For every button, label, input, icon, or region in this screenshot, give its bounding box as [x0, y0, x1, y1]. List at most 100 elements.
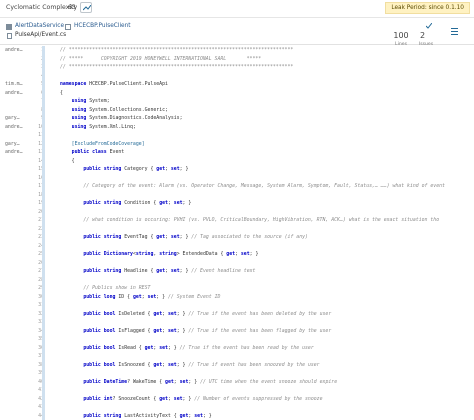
line-number[interactable]: 14	[20, 157, 44, 166]
scm-gutter[interactable]	[42, 71, 45, 80]
line-number[interactable]: 25	[20, 250, 44, 259]
line-number[interactable]: 26	[20, 259, 44, 268]
scm-gutter[interactable]	[42, 97, 45, 106]
code-text: public bool IsDeleted { get; set; } // T…	[83, 310, 332, 317]
line-number[interactable]: 11	[20, 131, 44, 140]
line-number[interactable]: 39	[20, 369, 44, 378]
scm-gutter[interactable]	[42, 309, 45, 318]
line-number[interactable]: 30	[20, 293, 44, 302]
issues-metric[interactable]: 2 Issues	[416, 22, 436, 47]
line-number[interactable]: 31	[20, 301, 44, 310]
line-number[interactable]: 2	[20, 55, 44, 64]
scm-gutter[interactable]	[42, 275, 45, 284]
breadcrumb-subproject[interactable]: HCECBP.PulseClient	[74, 23, 131, 29]
line-number[interactable]: 15	[20, 165, 44, 174]
line-number[interactable]: 27	[20, 267, 44, 276]
code-text: public string Headline { get; set; } // …	[83, 268, 256, 274]
scm-gutter[interactable]	[42, 318, 45, 327]
line-number[interactable]: 29	[20, 284, 44, 293]
scm-gutter[interactable]	[42, 122, 45, 131]
issues-value[interactable]: 2	[420, 31, 425, 40]
scm-gutter[interactable]	[42, 292, 45, 301]
line-number[interactable]: 23	[20, 233, 44, 242]
scm-gutter[interactable]	[42, 88, 45, 97]
scm-gutter[interactable]	[42, 207, 45, 216]
scm-gutter[interactable]	[42, 114, 45, 123]
line-number[interactable]: 43	[20, 403, 44, 412]
line-number[interactable]: 18	[20, 191, 44, 200]
scm-gutter[interactable]	[42, 156, 45, 165]
line-number[interactable]: 44	[20, 412, 44, 420]
line-number[interactable]: 13	[20, 148, 44, 157]
line-number[interactable]: 38	[20, 361, 44, 370]
scm-gutter[interactable]	[42, 233, 45, 242]
scm-gutter[interactable]	[42, 284, 45, 293]
scm-gutter[interactable]	[42, 241, 45, 250]
scm-gutter[interactable]	[42, 46, 45, 55]
scm-gutter[interactable]	[42, 258, 45, 267]
line-number[interactable]: 17	[20, 182, 44, 191]
scm-gutter[interactable]	[42, 267, 45, 276]
scm-gutter[interactable]	[42, 343, 45, 352]
line-number[interactable]: 6	[20, 89, 44, 98]
trend-chart-button[interactable]	[80, 2, 92, 13]
breadcrumb-project[interactable]: AlertDataService	[15, 23, 64, 29]
scm-gutter[interactable]	[42, 54, 45, 63]
scm-gutter[interactable]	[42, 173, 45, 182]
scm-gutter[interactable]	[42, 139, 45, 148]
line-number[interactable]: 34	[20, 327, 44, 336]
line-number[interactable]: 22	[20, 225, 44, 234]
line-number[interactable]: 37	[20, 352, 44, 361]
line-number[interactable]: 7	[20, 97, 44, 106]
line-number[interactable]: 41	[20, 386, 44, 395]
scm-gutter[interactable]	[42, 190, 45, 199]
scm-gutter[interactable]	[42, 386, 45, 395]
scm-gutter[interactable]	[42, 335, 45, 344]
line-number[interactable]: 40	[20, 378, 44, 387]
scm-gutter[interactable]	[42, 80, 45, 89]
line-number[interactable]: 3	[20, 63, 44, 72]
scm-gutter[interactable]	[42, 250, 45, 259]
scm-gutter[interactable]	[42, 182, 45, 191]
scm-gutter[interactable]	[42, 199, 45, 208]
line-number[interactable]: 8	[20, 106, 44, 115]
scm-gutter[interactable]	[42, 148, 45, 157]
line-number[interactable]: 16	[20, 174, 44, 183]
code-text: // Publics show in REST	[83, 285, 151, 291]
line-number[interactable]: 9	[20, 114, 44, 123]
scm-gutter[interactable]	[42, 165, 45, 174]
scm-gutter[interactable]	[42, 369, 45, 378]
scm-gutter[interactable]	[42, 411, 45, 420]
line-number[interactable]: 33	[20, 318, 44, 327]
scm-gutter[interactable]	[42, 105, 45, 114]
line-number[interactable]: 42	[20, 395, 44, 404]
leak-period-badge[interactable]: Leak Period: since 0.1.10	[385, 2, 470, 14]
scm-gutter[interactable]	[42, 394, 45, 403]
scm-gutter[interactable]	[42, 301, 45, 310]
source-viewer: andre…1// ******************************…	[0, 46, 474, 420]
menu-icon[interactable]	[451, 28, 458, 35]
scm-gutter[interactable]	[42, 131, 45, 140]
scm-gutter[interactable]	[42, 360, 45, 369]
line-number[interactable]: 5	[20, 80, 44, 89]
scm-gutter[interactable]	[42, 63, 45, 72]
line-number[interactable]: 24	[20, 242, 44, 251]
line-number[interactable]: 36	[20, 344, 44, 353]
scm-gutter[interactable]	[42, 216, 45, 225]
line-number[interactable]: 28	[20, 276, 44, 285]
scm-gutter[interactable]	[42, 224, 45, 233]
line-number[interactable]: 20	[20, 208, 44, 217]
line-number[interactable]: 10	[20, 123, 44, 132]
scm-gutter[interactable]	[42, 377, 45, 386]
line-number[interactable]: 19	[20, 199, 44, 208]
code-text: public string Category { get; set; }	[83, 166, 189, 172]
scm-gutter[interactable]	[42, 403, 45, 412]
scm-gutter[interactable]	[42, 326, 45, 335]
line-number[interactable]: 1	[20, 46, 44, 55]
line-number[interactable]: 4	[20, 72, 44, 81]
line-number[interactable]: 12	[20, 140, 44, 149]
line-number[interactable]: 35	[20, 335, 44, 344]
line-number[interactable]: 21	[20, 216, 44, 225]
scm-gutter[interactable]	[42, 352, 45, 361]
line-number[interactable]: 32	[20, 310, 44, 319]
